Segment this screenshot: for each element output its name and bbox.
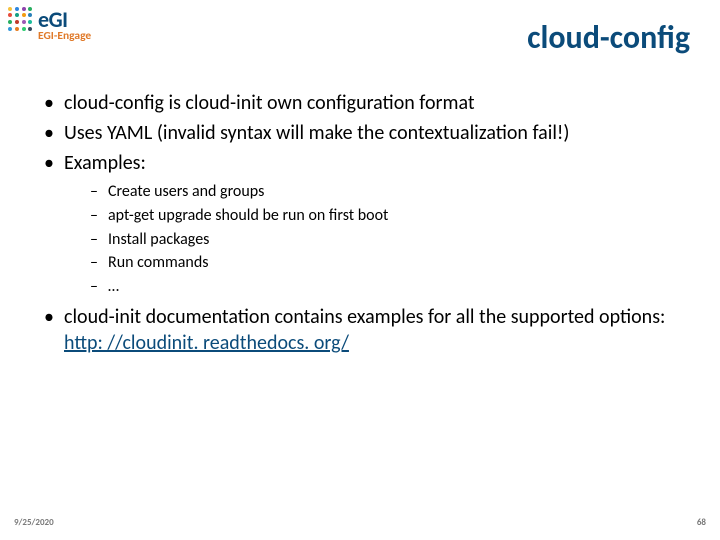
footer-page-number: 68 <box>697 517 706 528</box>
sub-bullet-item: Create users and groups <box>88 182 690 203</box>
slide-body: cloud-config is cloud-init own configura… <box>40 90 690 360</box>
sub-bullet-list: Create users and groups apt-get upgrade … <box>88 182 690 298</box>
sub-bullet-item: Install packages <box>88 230 690 251</box>
bullet-item: Examples: Create users and groups apt-ge… <box>40 150 690 298</box>
slide-header: eGI EGI-Engage cloud-config <box>0 0 720 72</box>
bullet-text: Examples: <box>64 151 146 175</box>
bullet-item: Uses YAML (invalid syntax will make the … <box>40 120 690 146</box>
bullet-list: cloud-config is cloud-init own configura… <box>40 90 690 356</box>
logo-dots-icon <box>8 7 34 33</box>
bullet-text-prefix: cloud-init documentation contains exampl… <box>64 305 665 329</box>
sub-bullet-item: … <box>88 277 690 298</box>
sub-bullet-item: Run commands <box>88 253 690 274</box>
slide-title: cloud-config <box>527 18 690 57</box>
logo-subbrand-text: EGI-Engage <box>38 29 128 43</box>
slide-footer: 9/25/2020 68 <box>14 517 706 528</box>
doc-link[interactable]: http: //cloudinit. readthedocs. org/ <box>64 331 349 355</box>
egi-logo: eGI EGI-Engage <box>8 6 128 43</box>
bullet-item: cloud-config is cloud-init own configura… <box>40 90 690 116</box>
slide: eGI EGI-Engage cloud-config cloud-config… <box>0 0 720 540</box>
footer-date: 9/25/2020 <box>14 517 54 528</box>
bullet-item: cloud-init documentation contains exampl… <box>40 304 690 356</box>
sub-bullet-item: apt-get upgrade should be run on first b… <box>88 206 690 227</box>
